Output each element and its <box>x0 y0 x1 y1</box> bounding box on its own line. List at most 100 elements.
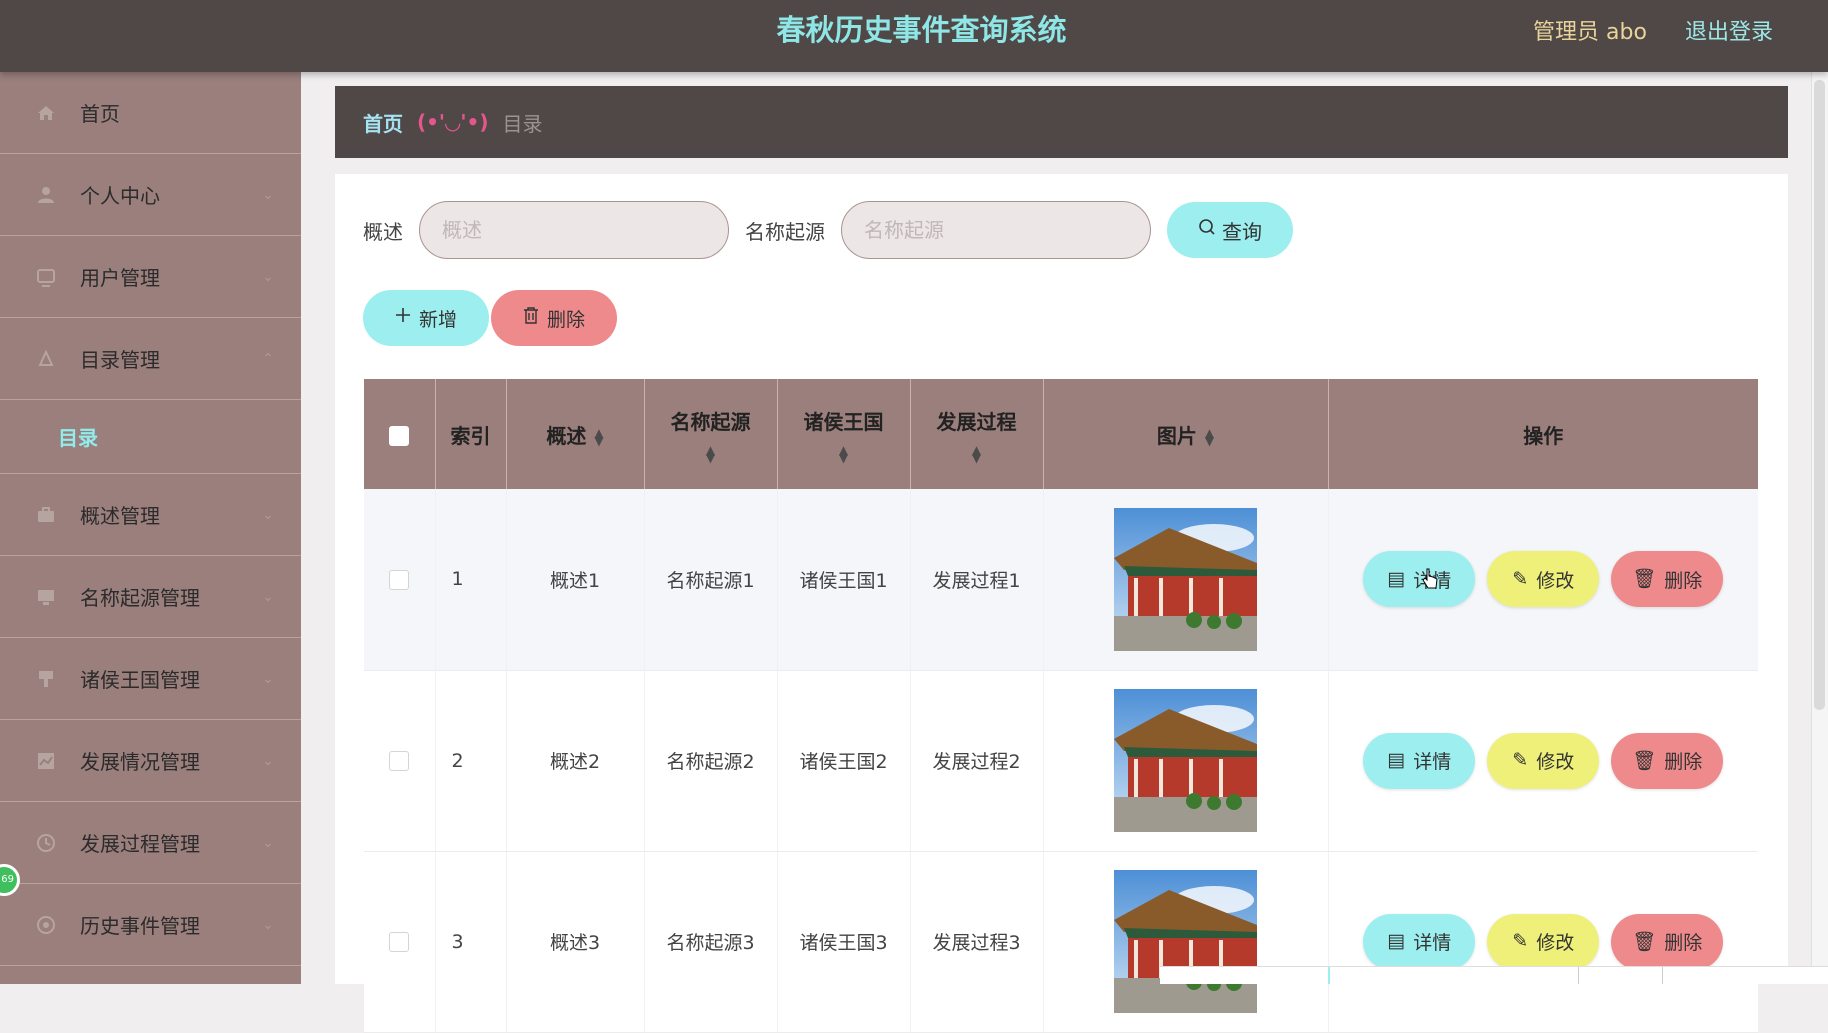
clock-icon <box>34 831 58 855</box>
column-header-overview[interactable]: 概述 ▲ ▼ <box>506 379 645 489</box>
chevron-down-icon: ⌄ <box>262 588 274 605</box>
detail-button[interactable]: ▤详情 <box>1363 913 1476 970</box>
column-header-kingdom[interactable]: 诸侯王国 ▲ ▼ <box>777 379 911 489</box>
select-all-checkbox[interactable] <box>389 425 410 446</box>
sort-icon[interactable]: ▲ ▼ <box>972 444 981 464</box>
sidebar-item-process[interactable]: 发展过程管理 ⌄ <box>0 802 301 884</box>
column-header-origin[interactable]: 名称起源 ▲ ▼ <box>644 379 778 489</box>
sort-icon[interactable]: ▲ ▼ <box>1205 427 1214 447</box>
logout-link[interactable]: 退出登录 <box>1685 14 1773 46</box>
trash-icon: 🗑 <box>1632 931 1657 953</box>
cell-process: 发展过程1 <box>910 489 1044 671</box>
batch-delete-button[interactable]: 删除 <box>491 290 617 346</box>
row-checkbox[interactable] <box>389 932 410 952</box>
sidebar-item-label: 名称起源管理 <box>80 586 200 610</box>
header-select-all[interactable] <box>364 379 436 489</box>
pencil-icon: ✎ <box>1512 931 1529 952</box>
sidebar-item-kingdom[interactable]: 诸侯王国管理 ⌄ <box>0 638 301 720</box>
column-header-index: 索引 <box>435 379 507 489</box>
admin-name: 管理员 abo <box>1533 20 1647 45</box>
temple-image[interactable] <box>1114 507 1257 651</box>
partial-popup <box>1160 966 1828 984</box>
cell-origin: 名称起源1 <box>644 489 778 671</box>
row-select-cell <box>364 670 436 852</box>
add-button[interactable]: 新增 <box>363 290 489 346</box>
chevron-up-icon: ⌃ <box>262 350 274 367</box>
detail-button[interactable]: ▤详情 <box>1363 732 1476 789</box>
sidebar-item-label: 发展情况管理 <box>80 750 200 774</box>
sidebar-item-home[interactable]: 首页 <box>0 72 301 154</box>
overview-search-input[interactable] <box>419 201 729 259</box>
breadcrumb: 首页 (•'◡'•) 目录 <box>335 86 1788 158</box>
sort-icon[interactable]: ▲ ▼ <box>839 444 848 464</box>
chevron-down-icon: ⌄ <box>262 916 274 933</box>
document-icon: ▤ <box>1387 931 1406 952</box>
sidebar-item-catalog-sub[interactable]: 目录 <box>0 400 301 474</box>
sort-icon[interactable]: ▲ ▼ <box>706 444 715 464</box>
column-header-actions: 操作 <box>1328 379 1758 489</box>
sidebar: 首页 个人中心 ⌄ 用户管理 ⌄ 目录管理 ⌃ 目录 概述管理 ⌄ 名称起源管理… <box>0 72 301 984</box>
sidebar-item-events[interactable]: 历史事件管理 ⌄ <box>0 884 301 966</box>
delete-button[interactable]: 🗑 删除 <box>1611 551 1724 608</box>
circle-icon <box>34 913 58 937</box>
delete-button[interactable]: 🗑 删除 <box>1611 913 1724 970</box>
edit-button[interactable]: ✎ 修改 <box>1487 913 1600 970</box>
sidebar-item-label: 概述管理 <box>80 504 160 528</box>
cell-kingdom: 诸侯王国2 <box>777 670 911 852</box>
cell-index: 3 <box>435 851 507 1033</box>
trash-icon: 🗑 <box>1632 569 1657 591</box>
edit-button[interactable]: ✎ 修改 <box>1487 732 1600 789</box>
cell-kingdom: 诸侯王国1 <box>777 489 911 671</box>
delete-button[interactable]: 🗑 删除 <box>1611 732 1724 789</box>
row-select-cell <box>364 851 436 1033</box>
sidebar-item-users[interactable]: 用户管理 ⌄ <box>0 236 301 318</box>
column-header-process[interactable]: 发展过程 ▲ ▼ <box>910 379 1044 489</box>
pencil-icon: ✎ <box>1512 568 1529 590</box>
sidebar-item-development[interactable]: 发展情况管理 ⌄ <box>0 720 301 802</box>
cell-kingdom: 诸侯王国3 <box>777 851 911 1033</box>
plus-icon <box>395 307 411 329</box>
row-checkbox[interactable] <box>389 751 410 771</box>
sidebar-item-label: 诸侯王国管理 <box>80 668 200 692</box>
query-button[interactable]: 查询 <box>1167 202 1293 258</box>
sidebar-item-label: 发展过程管理 <box>80 832 200 856</box>
row-checkbox[interactable] <box>389 569 410 590</box>
batch-delete-label: 删除 <box>546 309 585 331</box>
cell-overview: 概述2 <box>506 670 645 852</box>
document-icon: ▤ <box>1387 568 1406 590</box>
search-form: 概述 名称起源 查询 <box>363 200 1293 260</box>
table-row: 2 概述2 名称起源2 诸侯王国2 发展过程2 ▤ 详情 ✎ 修改 🗑 删除 <box>364 670 1758 852</box>
overview-label: 概述 <box>363 219 403 244</box>
breadcrumb-home[interactable]: 首页 <box>363 108 403 137</box>
trash-icon: 🗑 <box>1632 750 1657 772</box>
sidebar-item-catalog[interactable]: 目录管理 ⌃ <box>0 318 301 400</box>
row-select-cell <box>364 489 436 671</box>
sidebar-item-label: 历史事件管理 <box>80 914 200 938</box>
home-icon <box>34 101 58 125</box>
sidebar-item-profile[interactable]: 个人中心 ⌄ <box>0 154 301 236</box>
sort-icon[interactable]: ▲ ▼ <box>594 427 603 447</box>
edit-button[interactable]: ✎ 修改 <box>1487 551 1600 608</box>
temple-image[interactable] <box>1114 689 1257 832</box>
hand-cursor-icon <box>1422 568 1438 589</box>
cell-image <box>1043 670 1329 852</box>
table-header-row: 索引 概述 ▲ ▼ 名称起源 ▲ ▼ 诸侯王国 ▲ ▼ 发展过程 ▲ ▼ 图片 ▲ ▼ 操作 <box>364 379 1758 489</box>
sidebar-item-origin[interactable]: 名称起源管理 ⌄ <box>0 556 301 638</box>
detail-button[interactable]: ▤详情 <box>1363 551 1476 608</box>
table-row: 3 概述3 名称起源3 诸侯王国3 发展过程3 ▤ 详情 ✎ 修改 🗑 删除 <box>364 851 1758 1033</box>
catalog-icon <box>34 347 58 371</box>
pencil-icon: ✎ <box>1512 750 1529 771</box>
scrollbar-thumb[interactable] <box>1814 80 1825 710</box>
user-icon <box>34 183 58 207</box>
sidebar-item-label: 目录管理 <box>80 348 160 372</box>
chevron-down-icon: ⌄ <box>262 670 274 687</box>
chevron-down-icon: ⌄ <box>262 268 274 285</box>
monitor-icon <box>34 585 58 609</box>
breadcrumb-current: 目录 <box>502 111 543 136</box>
sidebar-item-overview[interactable]: 概述管理 ⌄ <box>0 474 301 556</box>
cell-origin: 名称起源2 <box>644 670 778 852</box>
add-button-label: 新增 <box>418 309 457 331</box>
temple-image[interactable] <box>1114 870 1257 1013</box>
origin-search-input[interactable] <box>841 201 1151 259</box>
column-header-image[interactable]: 图片 ▲ ▼ <box>1043 379 1329 489</box>
